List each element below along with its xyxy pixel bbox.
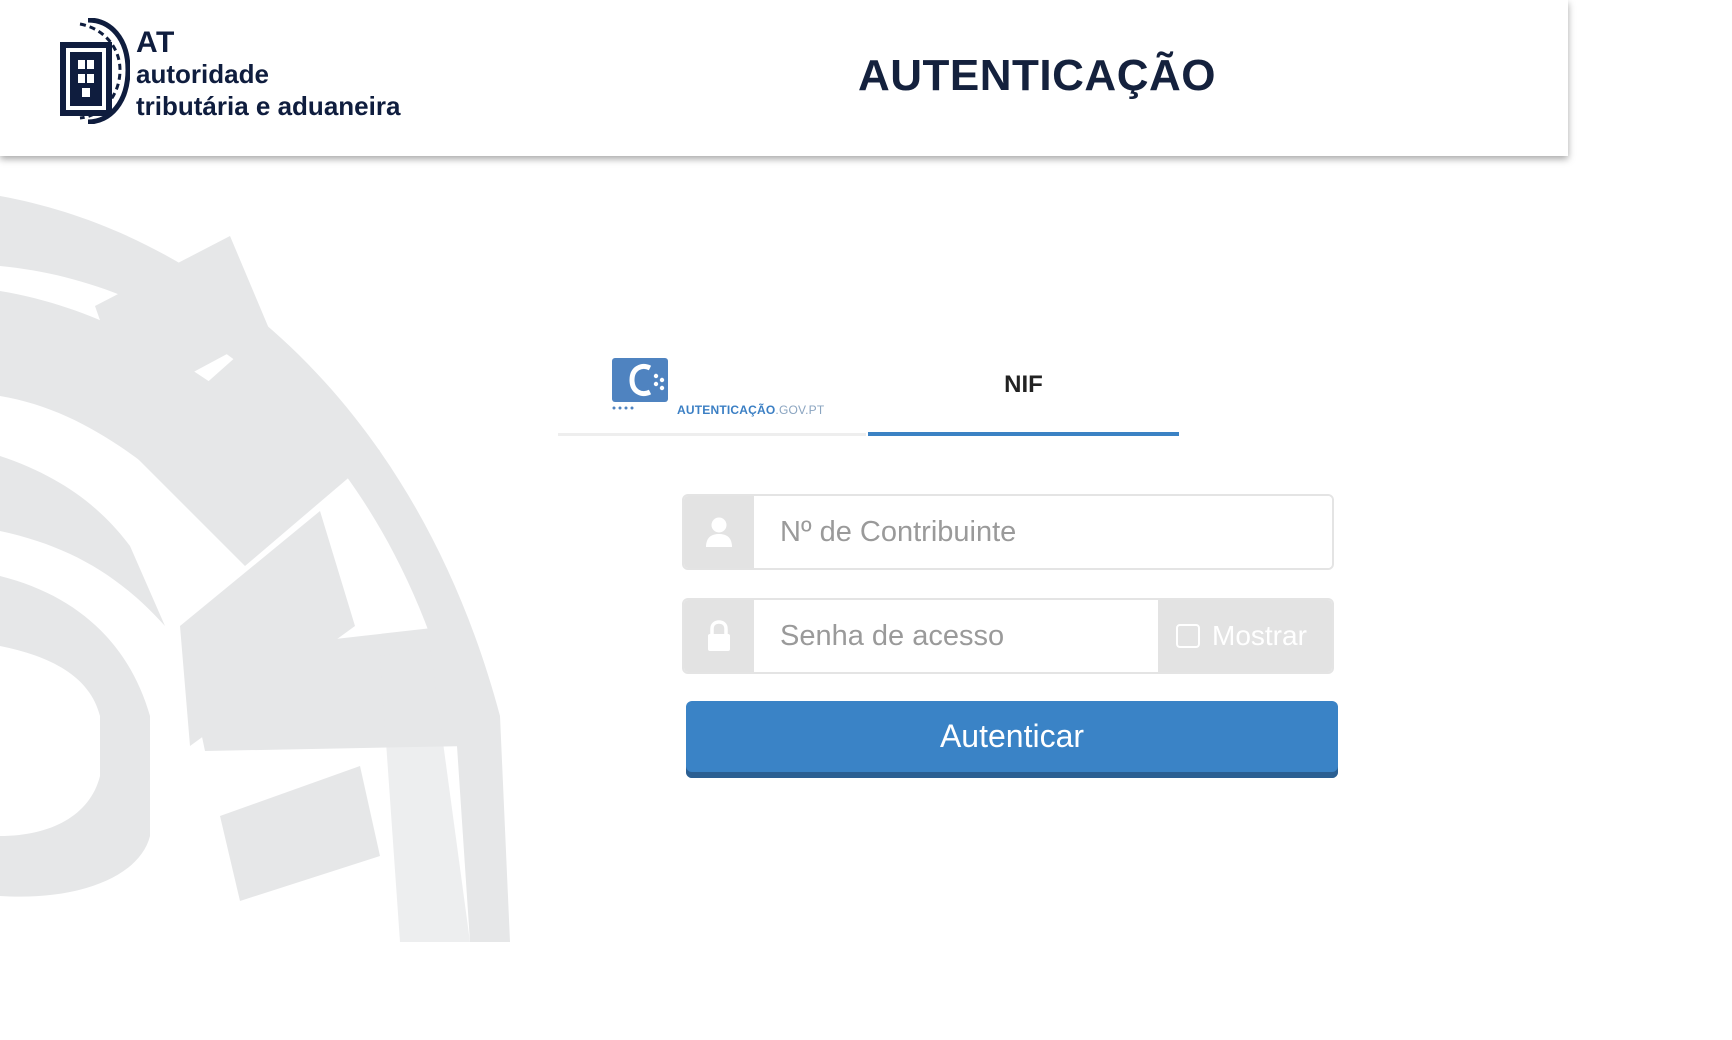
user-icon <box>706 517 732 547</box>
tab-autenticacao-gov[interactable]: AUTENTICAÇÃO.GOV.PT <box>558 340 866 436</box>
show-password-toggle[interactable]: Mostrar <box>1158 600 1332 672</box>
nif-input-group <box>682 494 1334 570</box>
logo-abbreviation: AT <box>136 26 175 59</box>
nif-input[interactable] <box>754 496 1332 568</box>
at-logo[interactable]: AT autoridade tributária e aduaneira <box>58 18 438 126</box>
autenticacao-gov-logo: AUTENTICAÇÃO.GOV.PT <box>612 356 824 417</box>
show-password-checkbox[interactable] <box>1176 624 1200 648</box>
background-armillary-decoration <box>0 196 510 942</box>
lock-addon <box>684 600 754 672</box>
tab-nif[interactable]: NIF <box>868 340 1179 436</box>
logo-line-1: autoridade <box>136 59 269 89</box>
autenticar-button[interactable]: Autenticar <box>686 701 1338 778</box>
autenticacao-gov-icon <box>612 358 668 410</box>
gov-wordmark-light: .GOV.PT <box>775 403 825 417</box>
logo-line-2: tributária e aduaneira <box>136 91 401 121</box>
tab-nif-label: NIF <box>1004 371 1043 398</box>
user-addon <box>684 496 754 568</box>
auth-method-tabs: AUTENTICAÇÃO.GOV.PT NIF <box>558 340 1179 436</box>
autenticacao-gov-wordmark: AUTENTICAÇÃO.GOV.PT <box>677 403 824 417</box>
page-title: AUTENTICAÇÃO <box>858 51 1216 100</box>
gov-wordmark-bold: AUTENTICAÇÃO <box>677 403 776 417</box>
show-password-label: Mostrar <box>1212 620 1307 651</box>
site-header: AT autoridade tributária e aduaneira AUT… <box>0 0 1568 156</box>
password-input-group: Mostrar <box>682 598 1334 674</box>
password-input[interactable] <box>754 600 1160 672</box>
at-shield-logo-icon <box>60 18 130 124</box>
lock-icon <box>708 620 730 651</box>
